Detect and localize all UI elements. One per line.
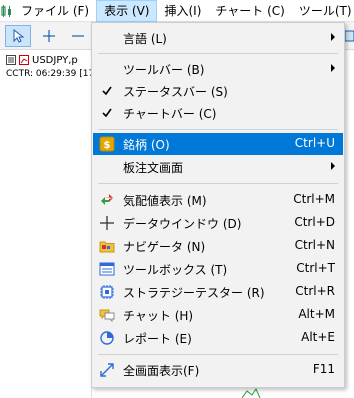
chat-icon xyxy=(99,307,115,323)
menu-item-fullscreen-label: 全画面表示(F) xyxy=(123,364,200,378)
svg-text:$: $ xyxy=(104,140,111,151)
dollar-icon: $ xyxy=(99,136,115,152)
crosshair-tool-button[interactable] xyxy=(36,25,62,47)
menu-separator xyxy=(98,183,338,184)
chart-window-icon xyxy=(19,55,29,65)
menu-item-chat-label: チャット (H) xyxy=(123,309,194,323)
menu-item-chartbar[interactable]: チャートバー (C) xyxy=(93,102,343,124)
menu-item-toolbars[interactable]: ツールバー (B) xyxy=(93,58,343,80)
app-icon xyxy=(0,0,14,22)
menu-item-symbols[interactable]: $ 銘柄 (O) Ctrl+U xyxy=(93,133,343,155)
menu-bar: ファイル (F) 表示 (V) 挿入(I) チャート (C) ツール(T) xyxy=(0,0,354,22)
cursor-tool-button[interactable] xyxy=(5,25,31,47)
line-tool-button[interactable] xyxy=(66,25,88,47)
menu-item-toolbox-shortcut: Ctrl+T xyxy=(296,261,335,275)
menu-item-depth-of-market-label: 板注文画面 xyxy=(123,161,184,175)
toolbar-edge-icon xyxy=(344,30,354,42)
menu-separator xyxy=(98,354,338,355)
submenu-arrow-icon xyxy=(331,162,335,170)
chart-symbol: USDJPY,p xyxy=(32,54,78,66)
report-icon xyxy=(99,330,115,346)
menu-item-strategy-tester-label: ストラテジーテスター (R) xyxy=(123,286,265,300)
window-icon xyxy=(6,55,16,65)
menu-item-fullscreen-shortcut: F11 xyxy=(312,362,335,376)
menu-chart[interactable]: チャート (C) xyxy=(208,0,291,22)
crosshair-icon xyxy=(99,215,115,231)
toolbox-icon xyxy=(99,261,115,277)
menu-item-market-watch-label: 気配値表示 (M) xyxy=(123,194,207,208)
menu-item-data-window-shortcut: Ctrl+D xyxy=(294,215,335,229)
chart-tab[interactable]: USDJPY,p xyxy=(0,51,91,69)
check-icon xyxy=(99,105,115,121)
menu-item-data-window[interactable]: データウインドウ (D) Ctrl+D xyxy=(93,212,343,234)
menu-item-toolbox-label: ツールボックス (T) xyxy=(123,263,228,277)
menu-item-report-shortcut: Alt+E xyxy=(301,330,335,344)
menu-item-market-watch[interactable]: 気配値表示 (M) Ctrl+M xyxy=(93,189,343,211)
menu-insert[interactable]: 挿入(I) xyxy=(157,0,208,22)
menu-item-symbols-shortcut: Ctrl+U xyxy=(294,136,335,150)
menu-item-statusbar[interactable]: ステータスバー (S) xyxy=(93,80,343,102)
menu-item-report-label: レポート (E) xyxy=(123,332,192,346)
market-watch-icon xyxy=(99,192,115,208)
menu-item-toolbars-label: ツールバー (B) xyxy=(123,63,205,77)
menu-item-navigator[interactable]: ナビゲータ (N) Ctrl+N xyxy=(93,235,343,257)
menu-item-strategy-tester[interactable]: ストラテジーテスター (R) Ctrl+R xyxy=(93,281,343,303)
chip-icon xyxy=(99,284,115,300)
menu-file[interactable]: ファイル (F) xyxy=(14,0,96,22)
check-icon xyxy=(99,83,115,99)
menu-item-navigator-label: ナビゲータ (N) xyxy=(123,240,206,254)
chart-info: CCTR: 06:29:39 [17 xyxy=(6,69,91,79)
menu-item-chat[interactable]: チャット (H) Alt+M xyxy=(93,304,343,326)
menu-item-depth-of-market[interactable]: 板注文画面 xyxy=(93,156,343,178)
menu-item-chartbar-label: チャートバー (C) xyxy=(123,107,217,121)
submenu-arrow-icon xyxy=(331,33,335,41)
menu-item-data-window-label: データウインドウ (D) xyxy=(123,217,242,231)
toolbar-overflow-button[interactable] xyxy=(344,25,354,47)
menu-item-chat-shortcut: Alt+M xyxy=(298,307,335,321)
menu-item-statusbar-label: ステータスバー (S) xyxy=(123,85,228,99)
menu-item-language-label: 言語 (L) xyxy=(123,32,167,46)
menu-item-symbols-label: 銘柄 (O) xyxy=(123,138,170,152)
menu-tools[interactable]: ツール(T) xyxy=(292,0,354,22)
menu-item-navigator-shortcut: Ctrl+N xyxy=(294,238,335,252)
cursor-icon xyxy=(13,29,25,43)
menu-view[interactable]: 表示 (V) xyxy=(96,0,158,22)
view-dropdown-menu: 言語 (L) ツールバー (B) ステータスバー (S) チャートバー (C) … xyxy=(91,22,345,388)
menu-item-toolbox[interactable]: ツールボックス (T) Ctrl+T xyxy=(93,258,343,280)
chart-window[interactable]: USDJPY,p CCTR: 06:29:39 [17 xyxy=(0,51,92,398)
menu-item-report[interactable]: レポート (E) Alt+E xyxy=(93,327,343,349)
submenu-arrow-icon xyxy=(331,64,335,72)
menu-item-language[interactable]: 言語 (L) xyxy=(93,27,343,49)
folder-icon xyxy=(99,238,115,254)
menu-separator xyxy=(98,129,338,130)
line-icon xyxy=(72,35,84,37)
fullscreen-icon xyxy=(99,362,115,378)
menu-item-fullscreen[interactable]: 全画面表示(F) F11 xyxy=(93,359,343,381)
menu-item-market-watch-shortcut: Ctrl+M xyxy=(293,192,335,206)
crosshair-icon xyxy=(43,30,55,42)
menu-separator xyxy=(98,53,338,54)
menu-item-strategy-tester-shortcut: Ctrl+R xyxy=(295,284,335,298)
